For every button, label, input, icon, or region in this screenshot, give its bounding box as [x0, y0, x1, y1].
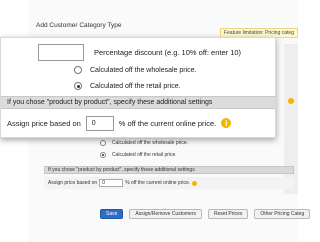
- zoom-radio-retail-row[interactable]: Calculated off the retail price.: [74, 82, 181, 90]
- save-button[interactable]: Save: [100, 209, 124, 219]
- zoom-radio-wholesale-row[interactable]: Calculated off the wholesale price.: [74, 66, 197, 74]
- background-section-header: If you chose "product by product", speci…: [44, 166, 294, 174]
- assign-suffix-label: % off the current online price.: [125, 180, 191, 186]
- zoom-callout: Percentage discount (e.g. 10% off: enter…: [0, 37, 276, 138]
- zoom-radio-retail[interactable]: [74, 82, 82, 90]
- assign-remove-customers-button[interactable]: Assign/Remove Customers: [129, 209, 202, 219]
- radio-wholesale-label: Calculated off the wholesale price.: [112, 140, 189, 146]
- footer-button-bar: Save Assign/Remove Customers Reset Price…: [100, 209, 311, 219]
- assign-percent-input[interactable]: 0: [99, 179, 124, 187]
- background-assign-row: Assign price based on 0 % off the curren…: [44, 177, 294, 189]
- zoom-assign-percent-input[interactable]: 0: [85, 115, 114, 131]
- background-radio-retail-row[interactable]: Calculated off the retail price.: [44, 149, 284, 161]
- background-help-icon: [288, 98, 294, 104]
- page-title: Add Customer Category Type: [36, 22, 122, 29]
- percentage-discount-row: Percentage discount (e.g. 10% off: enter…: [38, 44, 241, 61]
- zoom-assign-suffix: % off the current online price.: [118, 118, 217, 128]
- zoom-assign-prefix: Assign price based on: [7, 118, 81, 128]
- radio-wholesale[interactable]: [100, 140, 106, 146]
- info-icon[interactable]: i: [221, 118, 232, 128]
- background-radio-wholesale-row[interactable]: Calculated off the wholesale price.: [44, 137, 284, 149]
- zoom-radio-retail-label: Calculated off the retail price.: [90, 82, 181, 90]
- background-options: Calculated off the wholesale price. Calc…: [44, 137, 284, 161]
- reset-prices-button[interactable]: Reset Prices: [207, 209, 249, 219]
- info-icon[interactable]: [192, 180, 198, 186]
- other-pricing-categories-button[interactable]: Other Pricing Categ: [254, 209, 311, 219]
- percentage-discount-input[interactable]: [38, 44, 84, 61]
- zoom-assign-row: Assign price based on 0 % off the curren…: [1, 112, 275, 134]
- assign-prefix-label: Assign price based on: [48, 180, 98, 186]
- zoom-radio-wholesale-label: Calculated off the wholesale price.: [90, 66, 197, 74]
- zoom-section-header: If you chose "product by product", speci…: [1, 96, 275, 109]
- percentage-discount-label: Percentage discount (e.g. 10% off: enter…: [94, 48, 242, 57]
- zoom-radio-wholesale[interactable]: [74, 66, 82, 74]
- radio-retail-label: Calculated off the retail price.: [112, 152, 177, 158]
- radio-retail[interactable]: [100, 152, 106, 158]
